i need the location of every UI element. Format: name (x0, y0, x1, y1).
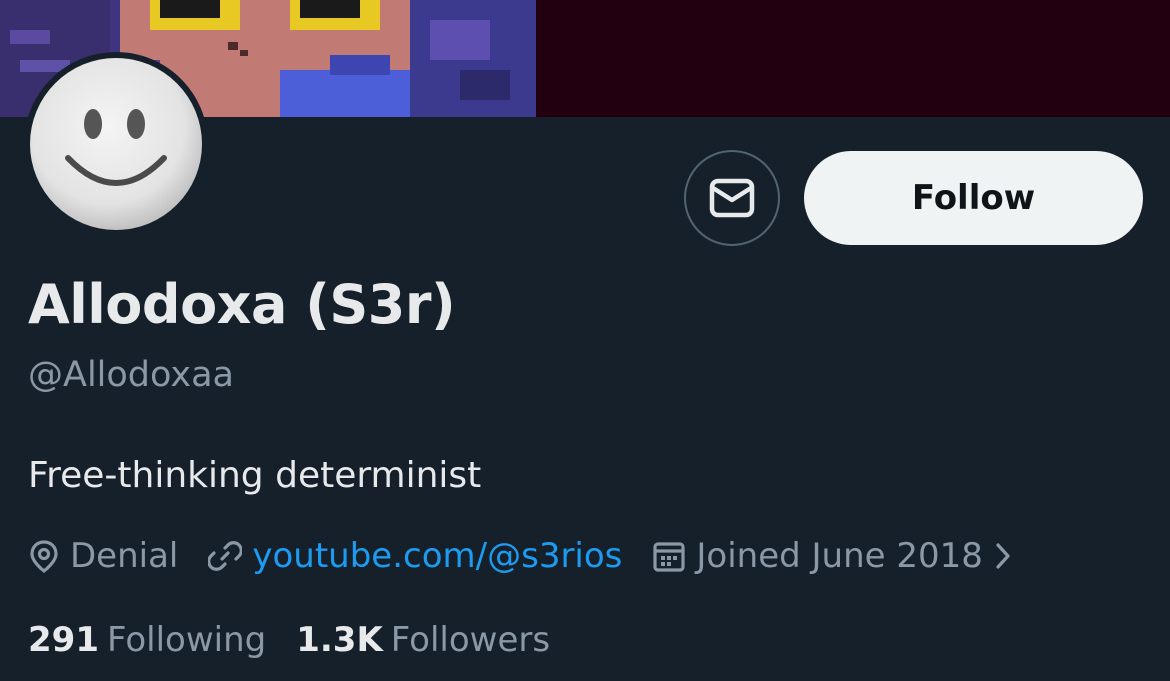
envelope-icon (709, 178, 755, 218)
followers-label: Followers (390, 620, 551, 660)
message-button[interactable] (684, 150, 780, 246)
followers-stat[interactable]: 1.3K Followers (296, 620, 550, 660)
website-item[interactable]: youtube.com/@s3rios (208, 536, 622, 576)
joined-text: Joined June 2018 (696, 536, 983, 576)
following-stat[interactable]: 291 Following (28, 620, 266, 660)
website-link[interactable]: youtube.com/@s3rios (252, 536, 622, 576)
calendar-icon (652, 539, 686, 573)
profile-avatar[interactable] (24, 52, 208, 236)
smiley-face-image (30, 58, 202, 230)
location-item: Denial (28, 536, 178, 576)
chevron-right-icon (995, 541, 1011, 571)
follow-button[interactable]: Follow (804, 151, 1143, 245)
link-icon (208, 539, 243, 573)
display-name: Allodoxa (S3r) (28, 273, 456, 336)
location-text: Denial (70, 536, 179, 576)
profile-meta: Denial youtube.com/@s3rios Joined June 2… (28, 533, 1041, 579)
location-pin-icon (28, 539, 60, 573)
followers-count: 1.3K (296, 620, 383, 660)
profile-bio: Free-thinking determinist (28, 455, 482, 496)
user-handle: @Allodoxaa (28, 355, 234, 395)
follow-stats: 291 Following 1.3K Followers (28, 620, 580, 660)
joined-item[interactable]: Joined June 2018 (652, 536, 1011, 576)
following-count: 291 (28, 620, 99, 660)
following-label: Following (106, 620, 267, 660)
